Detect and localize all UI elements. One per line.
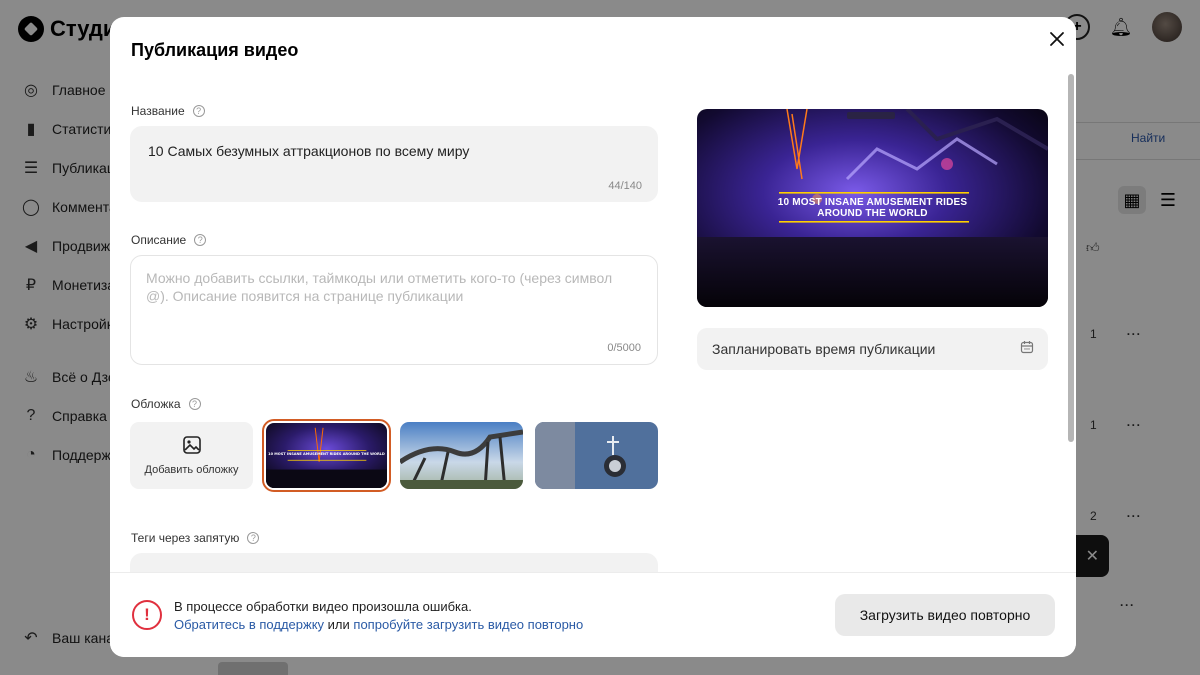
retry-link[interactable]: попробуйте загрузить видео повторно [353,617,583,632]
video-preview[interactable]: 10 MOST INSANE AMUSEMENT RIDES AROUND TH… [697,109,1048,307]
calendar-icon [1020,340,1034,359]
cover-options: Добавить обложку 10 MOST INSANE AMUSEMEN… [130,419,658,492]
tags-field-label: Теги через запятую ? [131,531,260,545]
rollercoaster-thumbnail-image [400,422,523,489]
question-icon[interactable]: ? [188,398,201,410]
modal-footer: ! В процессе обработки видео произошла о… [110,572,1076,657]
preview-caption-line2: AROUND THE WORLD [817,208,928,219]
retry-upload-button[interactable]: Загрузить видео повторно [835,594,1055,636]
schedule-publication-button[interactable]: Запланировать время публикации [697,328,1048,370]
modal-title: Публикация видео [131,40,299,60]
error-icon: ! [132,600,162,630]
add-cover-label: Добавить обложку [144,464,239,476]
description-field-label: Описание ? [131,233,207,247]
error-text: В процессе обработки видео произошла оши… [174,599,472,614]
add-cover-button[interactable]: Добавить обложку [130,422,253,489]
cover-thumbnail-selected[interactable]: 10 MOST INSANE AMUSEMENT RIDES AROUND TH… [262,419,391,492]
question-icon[interactable]: ? [192,105,205,117]
close-button[interactable] [1044,26,1070,52]
or-text: или [327,617,350,632]
schedule-label: Запланировать время публикации [712,341,936,357]
description-textarea[interactable]: Можно добавить ссылки, таймкоды или отме… [130,255,658,365]
scrollbar[interactable] [1068,74,1074,442]
title-value: 10 Самых безумных аттракционов по всему … [148,143,470,159]
svg-text:10 MOST INSANE AMUSEMENT RIDES: 10 MOST INSANE AMUSEMENT RIDES AROUND TH… [268,452,385,456]
ride-thumbnail-image [535,422,658,489]
description-counter: 0/5000 [607,342,641,354]
error-message: В процессе обработки видео произошла оши… [174,598,583,634]
cover-thumbnail-ride-topdown[interactable] [535,422,658,489]
question-icon[interactable]: ? [247,532,260,544]
cover-field-label: Обложка ? [131,397,201,411]
question-icon[interactable]: ? [194,234,207,246]
cover-thumbnail-rollercoaster[interactable] [400,422,523,489]
support-link[interactable]: Обратитесь в поддержку [174,617,324,632]
title-input[interactable]: 10 Самых безумных аттракционов по всему … [130,126,658,202]
preview-caption-line1: 10 MOST INSANE AMUSEMENT RIDES [777,197,968,208]
name-field-label: Название ? [131,104,205,118]
title-counter: 44/140 [608,180,642,192]
festival-thumbnail-image: 10 MOST INSANE AMUSEMENT RIDES AROUND TH… [266,423,387,488]
description-placeholder: Можно добавить ссылки, таймкоды или отме… [146,270,613,304]
close-icon [1050,32,1064,46]
publish-video-modal: Публикация видео Название ? 10 Самых без… [110,17,1076,657]
image-icon [182,435,202,460]
